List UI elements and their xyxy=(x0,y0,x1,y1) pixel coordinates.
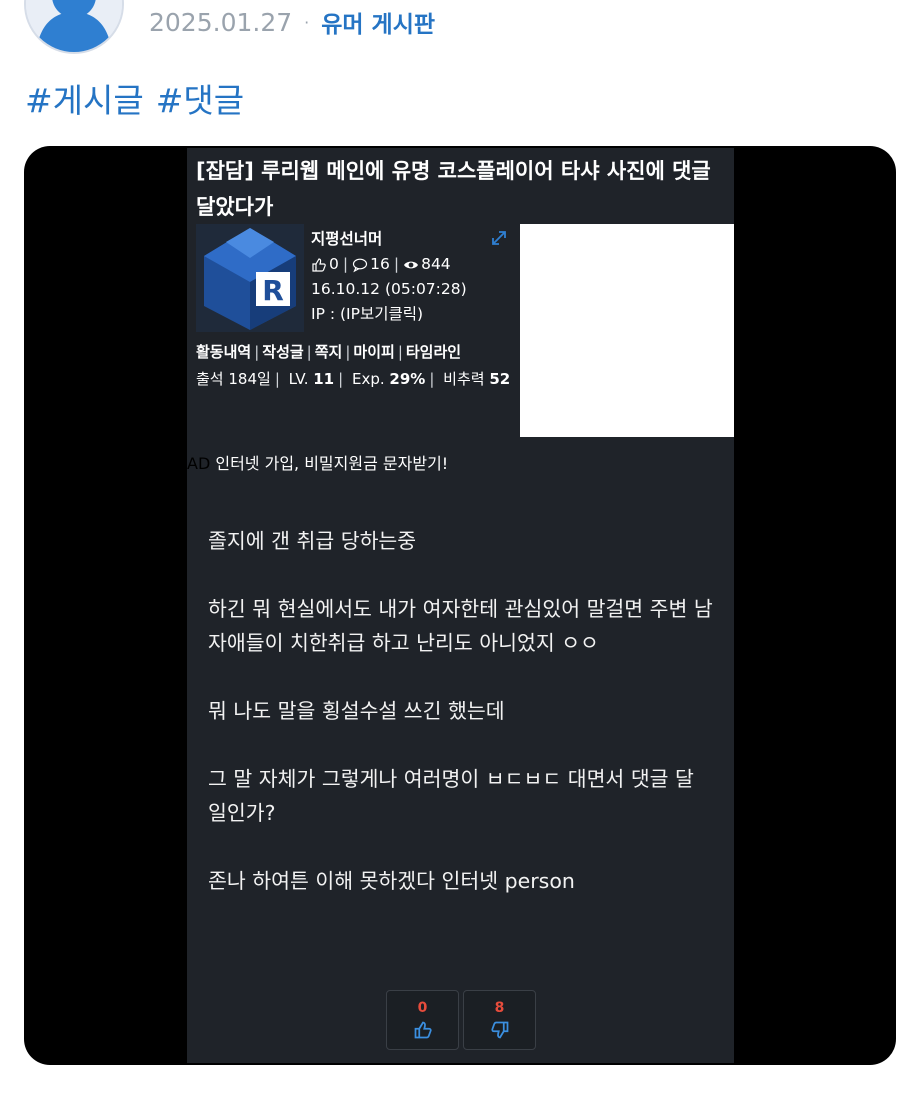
ad-text: 인터넷 가입, 비밀지원금 문자받기! xyxy=(215,454,449,473)
expand-icon[interactable] xyxy=(490,229,508,247)
level-value: 11 xyxy=(313,370,335,388)
meta-separator: · xyxy=(304,12,310,32)
user-stats: 출석 184일 | LV. 11 | Exp. 29% | 비추력 52 xyxy=(196,370,511,388)
user-menu: 활동내역 | 작성글 | 쪽지 | 마이피 | 타임라인 xyxy=(196,343,462,361)
screenshot-title: [잡담] 루리웹 메인에 유명 코스플레이어 타샤 사진에 댓글 달았다가 xyxy=(196,159,711,219)
ruliweb-r-logo: R xyxy=(196,224,304,332)
thumbs-up-icon xyxy=(414,1021,432,1039)
comment-count: 16 xyxy=(370,255,390,273)
ad-tag: AD xyxy=(187,454,211,473)
screenshot-content: [잡담] 루리웹 메인에 유명 코스플레이어 타샤 사진에 댓글 달았다가 R … xyxy=(187,148,734,1063)
comment-icon xyxy=(353,258,368,272)
author-info: 지평선너머 0 | 16 | 844 16.10.12 (05:07:28) I… xyxy=(311,227,467,327)
body-paragraph: 뭐 나도 말을 횡설수설 쓰긴 했는데 xyxy=(208,699,505,723)
author-avatar[interactable] xyxy=(24,0,124,54)
eye-icon xyxy=(404,261,419,268)
downvote-count: 8 xyxy=(494,1000,505,1016)
svg-text:R: R xyxy=(262,274,284,307)
avatar-person-icon xyxy=(26,0,122,52)
user-link-message[interactable]: 쪽지 xyxy=(315,343,343,361)
ad-banner[interactable] xyxy=(520,224,734,437)
author-name[interactable]: 지평선너머 xyxy=(311,227,467,252)
power-value: 52 xyxy=(489,370,511,388)
attendance: 출석 184일 xyxy=(196,370,271,388)
thumbs-up-icon xyxy=(312,257,326,272)
exp-value: 29% xyxy=(389,370,426,388)
body-paragraph: 졸지에 갠 취급 당하는중 xyxy=(208,529,417,553)
ip-info[interactable]: IP : (IP보기클릭) xyxy=(311,302,467,327)
post-image[interactable]: [잡담] 루리웹 메인에 유명 코스플레이어 타샤 사진에 댓글 달았다가 R … xyxy=(24,146,896,1065)
body-paragraph: 그 말 자체가 그렇게나 여러명이 ㅂㄷㅂㄷ 대면서 댓글 달 일인가? xyxy=(208,767,694,825)
view-count: 844 xyxy=(421,255,451,273)
user-link-mypi[interactable]: 마이피 xyxy=(353,343,394,361)
hashtag[interactable]: #댓글 xyxy=(156,74,244,122)
hashtag[interactable]: #게시글 xyxy=(25,74,144,122)
upvote-count: 0 xyxy=(417,1000,428,1016)
downvote-button[interactable]: 8 xyxy=(463,990,536,1050)
post-stats: 0 | 16 | 844 xyxy=(311,252,467,277)
body-paragraph: 하긴 뭐 현실에서도 내가 여자한테 관심있어 말걸면 주변 남자애들이 치한취… xyxy=(208,597,713,655)
exp-label: Exp. xyxy=(351,370,385,388)
board-link[interactable]: 유머 게시판 xyxy=(321,5,435,39)
post-meta: 2025.01.27 · 유머 게시판 xyxy=(149,5,435,39)
user-link-activity[interactable]: 활동내역 xyxy=(196,343,251,361)
post-body: 졸지에 갠 취급 당하는중 하긴 뭐 현실에서도 내가 여자한테 관심있어 말걸… xyxy=(208,524,713,932)
post-datetime: 16.10.12 (05:07:28) xyxy=(311,280,467,298)
user-link-posts[interactable]: 작성글 xyxy=(262,343,303,361)
thumbs-down-icon xyxy=(490,1021,508,1039)
upvote-button[interactable]: 0 xyxy=(386,990,459,1050)
body-paragraph: 존나 하여튼 이해 못하겠다 인터넷 person xyxy=(208,869,575,893)
power-label: 비추력 xyxy=(443,370,485,388)
like-count: 0 xyxy=(329,255,339,273)
hashtag-list: #게시글 #댓글 xyxy=(25,74,244,122)
user-link-timeline[interactable]: 타임라인 xyxy=(406,343,461,361)
post-date: 2025.01.27 xyxy=(149,7,293,37)
text-ad[interactable]: AD 인터넷 가입, 비밀지원금 문자받기! xyxy=(187,450,448,474)
level-label: LV. xyxy=(288,370,309,388)
